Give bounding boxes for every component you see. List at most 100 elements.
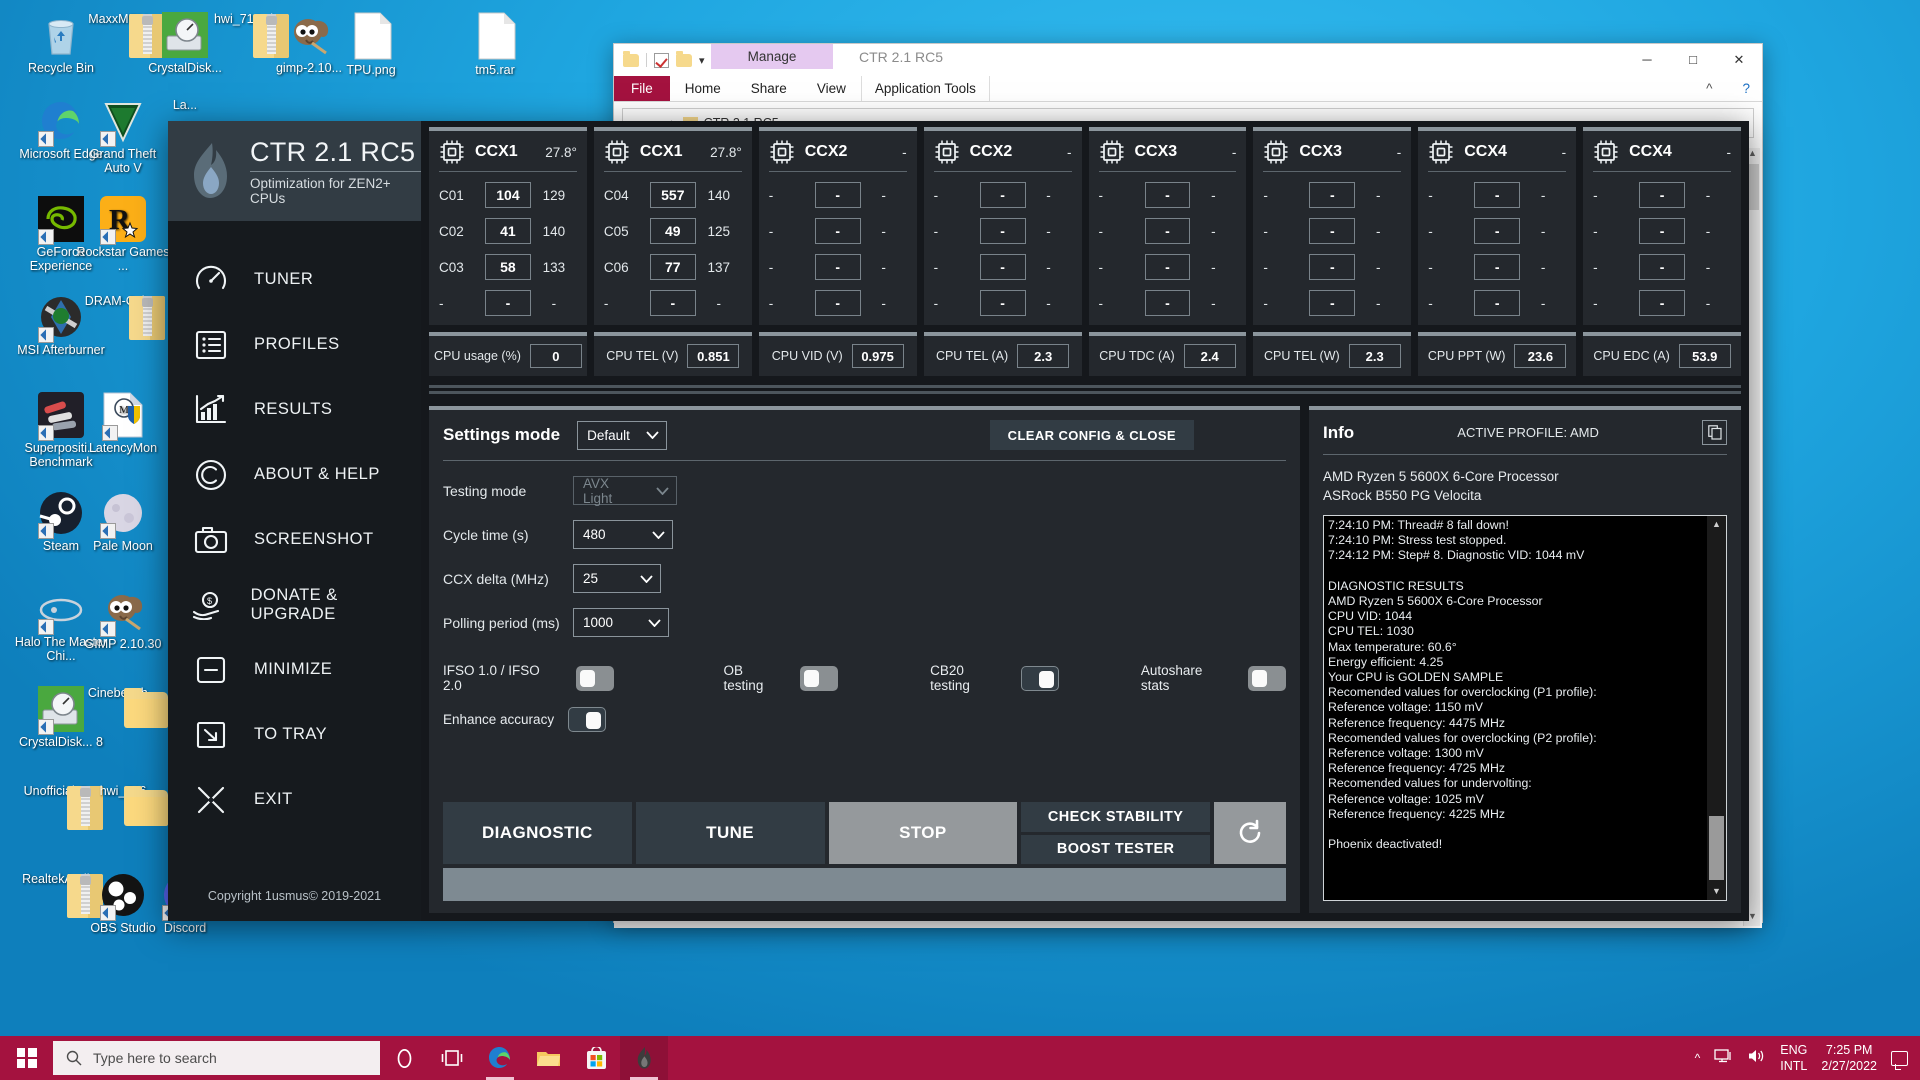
tune-button[interactable]: TUNE bbox=[635, 802, 825, 864]
scroll-down-icon[interactable]: ▼ bbox=[1707, 883, 1726, 900]
tab-application-tools[interactable]: Application Tools bbox=[860, 76, 990, 101]
core-value-box[interactable]: - bbox=[814, 290, 861, 316]
core-value-box[interactable]: - bbox=[814, 254, 861, 280]
core-value-box[interactable]: - bbox=[1144, 182, 1191, 208]
core-value-box[interactable]: 41 bbox=[485, 218, 531, 244]
toggle-ifso-1-0-ifso-2-0[interactable]: IFSO 1.0 / IFSO 2.0 bbox=[443, 663, 614, 693]
quick-access-toolbar[interactable]: ▾ bbox=[614, 50, 713, 68]
core-value-box[interactable]: 77 bbox=[649, 254, 696, 280]
sidebar-item-profiles[interactable]: PROFILES bbox=[168, 312, 421, 377]
help-icon[interactable]: ? bbox=[1727, 76, 1762, 101]
toggle-cb20-testing[interactable]: CB20 testing bbox=[930, 663, 1059, 693]
core-value-box[interactable]: - bbox=[1144, 290, 1191, 316]
toggle-switch[interactable] bbox=[1247, 665, 1286, 691]
core-value-box[interactable]: - bbox=[649, 290, 696, 316]
maximize-button[interactable]: □ bbox=[1670, 44, 1716, 75]
search-input[interactable]: Type here to search bbox=[53, 1041, 380, 1075]
toggle-enhance-accuracy[interactable]: Enhance accuracy bbox=[443, 707, 607, 732]
taskbar[interactable]: Type here to search ^ ENG INTL 7:25 PM 2… bbox=[0, 1036, 1920, 1080]
sidebar-item-minimize[interactable]: MINIMIZE bbox=[168, 637, 421, 702]
task-view-icon[interactable] bbox=[428, 1036, 476, 1080]
copy-button[interactable] bbox=[1702, 420, 1727, 445]
core-value-box[interactable]: - bbox=[814, 182, 861, 208]
core-value-box[interactable]: 58 bbox=[485, 254, 531, 280]
settings-mode-select[interactable]: Default bbox=[577, 420, 668, 450]
core-value-box[interactable]: 104 bbox=[485, 182, 531, 208]
sidebar-item-to-tray[interactable]: TO TRAY bbox=[168, 702, 421, 767]
field-select[interactable]: 1000 bbox=[573, 608, 669, 637]
file-explorer-icon[interactable] bbox=[524, 1036, 572, 1080]
core-value-box[interactable]: - bbox=[814, 218, 861, 244]
core-value-box[interactable]: - bbox=[1309, 182, 1356, 208]
ribbon-collapse-icon[interactable]: ^ bbox=[1691, 76, 1727, 101]
microsoft-store-icon[interactable] bbox=[572, 1036, 620, 1080]
toggle-autoshare-stats[interactable]: Autoshare stats bbox=[1141, 663, 1286, 693]
close-button[interactable]: ✕ bbox=[1716, 44, 1762, 75]
core-value-box[interactable]: - bbox=[979, 182, 1026, 208]
explorer-titlebar[interactable]: ▾ Manage CTR 2.1 RC5 ─ □ ✕ bbox=[614, 44, 1762, 76]
sidebar-item-about-help[interactable]: ABOUT & HELP bbox=[168, 442, 421, 507]
window-controls[interactable]: ─ □ ✕ bbox=[1624, 44, 1762, 75]
diagnostic-button[interactable]: DIAGNOSTIC bbox=[443, 802, 632, 864]
core-value-box[interactable]: - bbox=[1144, 218, 1191, 244]
ribbon-tabs[interactable]: File Home Share View Application Tools ^… bbox=[614, 76, 1762, 102]
core-value-box[interactable]: - bbox=[979, 290, 1026, 316]
clock[interactable]: 7:25 PM 2/27/2022 bbox=[1821, 1042, 1877, 1074]
desktop-icon-la[interactable]: La... bbox=[138, 98, 232, 112]
tab-home[interactable]: Home bbox=[670, 76, 736, 101]
properties-checkbox-icon[interactable] bbox=[654, 52, 669, 68]
field-select[interactable]: 480 bbox=[573, 520, 673, 549]
toggle-switch[interactable] bbox=[568, 707, 607, 732]
core-value-box[interactable]: - bbox=[1474, 218, 1521, 244]
log-box[interactable]: 7:24:10 PM: Thread# 8 fall down! 7:24:10… bbox=[1323, 515, 1727, 901]
network-icon[interactable] bbox=[1714, 1048, 1733, 1069]
tab-view[interactable]: View bbox=[802, 76, 861, 101]
boost-tester-button[interactable]: BOOST TESTER bbox=[1021, 834, 1210, 864]
volume-icon[interactable] bbox=[1747, 1048, 1766, 1069]
core-value-box[interactable]: - bbox=[1309, 254, 1356, 280]
field-select[interactable]: 25 bbox=[573, 564, 661, 593]
language-indicator[interactable]: ENG INTL bbox=[1780, 1042, 1807, 1074]
minimize-button[interactable]: ─ bbox=[1624, 44, 1670, 75]
edge-icon[interactable] bbox=[476, 1036, 524, 1080]
tab-share[interactable]: Share bbox=[736, 76, 802, 101]
stop-button[interactable]: STOP bbox=[828, 802, 1018, 864]
sidebar-item-tuner[interactable]: TUNER bbox=[168, 247, 421, 312]
core-value-box[interactable]: - bbox=[1639, 290, 1685, 316]
scroll-up-icon[interactable]: ▲ bbox=[1707, 516, 1726, 533]
refresh-button[interactable] bbox=[1214, 802, 1286, 864]
start-button[interactable] bbox=[0, 1036, 53, 1080]
core-value-box[interactable]: - bbox=[1639, 218, 1685, 244]
ctr-nav-menu[interactable]: TUNER PROFILES RESULTS ABOUT & HELP SCREENSH… bbox=[168, 221, 421, 889]
core-value-box[interactable]: - bbox=[1309, 290, 1356, 316]
core-value-box[interactable]: - bbox=[485, 290, 531, 316]
tab-file[interactable]: File bbox=[614, 76, 670, 101]
ctr-application-window[interactable]: CTR 2.1 RC5 Optimization for ZEN2+ CPUs … bbox=[168, 121, 1749, 921]
scrollbar-thumb[interactable] bbox=[1709, 816, 1724, 880]
log-scrollbar[interactable]: ▲ ▼ bbox=[1707, 516, 1726, 900]
core-value-box[interactable]: 49 bbox=[649, 218, 696, 244]
toggle-switch[interactable] bbox=[575, 665, 614, 691]
show-hidden-icons-icon[interactable]: ^ bbox=[1695, 1051, 1701, 1065]
sidebar-item-exit[interactable]: EXIT bbox=[168, 767, 421, 832]
ctr-flame-icon[interactable] bbox=[620, 1036, 668, 1080]
clear-config-close-button[interactable]: CLEAR CONFIG & CLOSE bbox=[989, 420, 1194, 450]
new-folder-icon[interactable] bbox=[676, 50, 692, 67]
desktop-icon-tpu-png[interactable]: TPU.png bbox=[324, 12, 418, 77]
core-value-box[interactable]: - bbox=[1639, 254, 1685, 280]
core-value-box[interactable]: - bbox=[1474, 290, 1521, 316]
core-value-box[interactable]: - bbox=[1474, 182, 1521, 208]
action-center-icon[interactable] bbox=[1891, 1050, 1908, 1070]
chevron-down-icon[interactable]: ▾ bbox=[699, 54, 705, 67]
core-value-box[interactable]: - bbox=[1309, 218, 1356, 244]
desktop-icon-tm5-rar[interactable]: tm5.rar bbox=[448, 12, 542, 77]
system-tray[interactable]: ^ ENG INTL 7:25 PM 2/27/2022 bbox=[1695, 1042, 1920, 1074]
sidebar-item-results[interactable]: RESULTS bbox=[168, 377, 421, 442]
sidebar-item-screenshot[interactable]: SCREENSHOT bbox=[168, 507, 421, 572]
core-value-box[interactable]: - bbox=[1639, 182, 1685, 208]
action-buttons[interactable]: DIAGNOSTIC TUNE STOP CHECK STABILITY BOO… bbox=[443, 802, 1286, 864]
cortana-icon[interactable] bbox=[380, 1036, 428, 1080]
core-value-box[interactable]: - bbox=[1144, 254, 1191, 280]
core-value-box[interactable]: 557 bbox=[649, 182, 696, 208]
check-stability-button[interactable]: CHECK STABILITY bbox=[1021, 802, 1210, 832]
